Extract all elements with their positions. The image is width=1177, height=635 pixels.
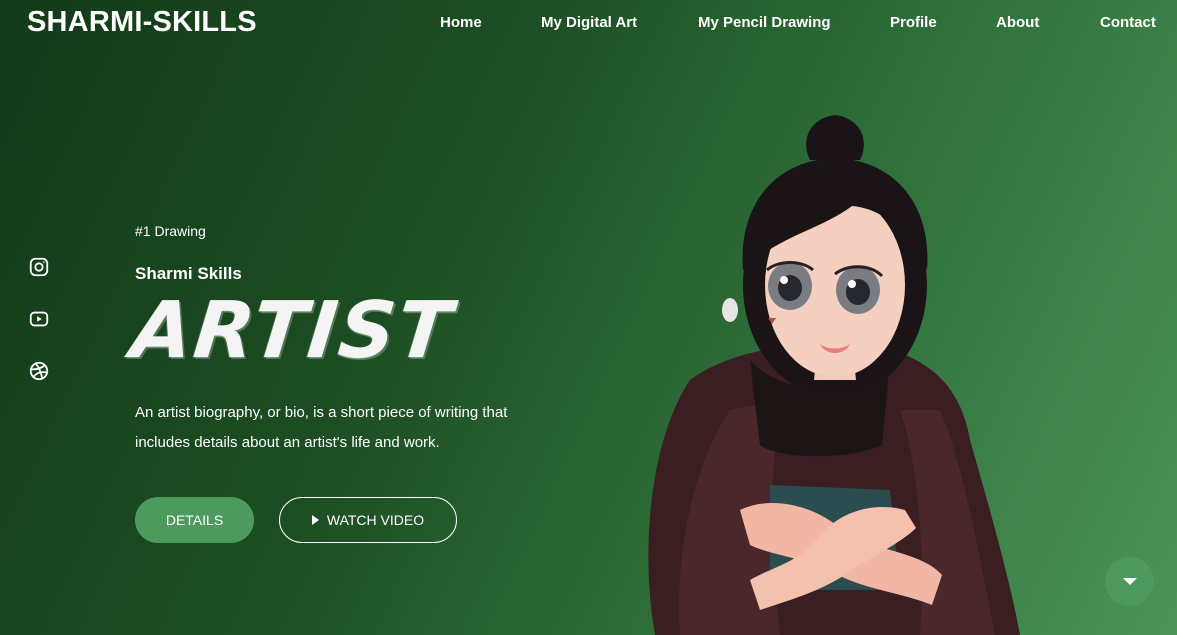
- details-button-label: DETAILS: [165, 512, 224, 528]
- youtube-icon[interactable]: [28, 308, 50, 330]
- nav-profile[interactable]: Profile: [890, 14, 937, 31]
- dribbble-icon[interactable]: [28, 360, 50, 382]
- hero-tagline: #1 Drawing: [135, 223, 206, 239]
- character-illustration: [648, 115, 1020, 635]
- nav-about[interactable]: About: [996, 14, 1039, 31]
- instagram-icon[interactable]: [28, 256, 50, 278]
- caret-down-icon: [1122, 578, 1137, 585]
- details-button[interactable]: DETAILS: [135, 497, 254, 543]
- brand-logo[interactable]: SHARMI-SKILLS: [27, 6, 257, 39]
- main-nav: Home My Digital Art My Pencil Drawing Pr…: [417, 14, 1177, 34]
- nav-contact[interactable]: Contact: [1100, 14, 1156, 31]
- scroll-down-button[interactable]: [1105, 557, 1154, 606]
- hero-headline: ARTIST: [127, 286, 458, 376]
- play-icon: [311, 515, 319, 525]
- watch-video-label: WATCH VIDEO: [326, 512, 425, 528]
- nav-my-pencil-drawing[interactable]: My Pencil Drawing: [698, 14, 831, 31]
- hero-subtitle: Sharmi Skills: [135, 264, 242, 283]
- nav-my-digital-art[interactable]: My Digital Art: [541, 14, 637, 31]
- nav-home[interactable]: Home: [440, 14, 482, 31]
- hero-bio: An artist biography, or bio, is a short …: [135, 404, 508, 451]
- watch-video-button[interactable]: WATCH VIDEO: [279, 497, 457, 543]
